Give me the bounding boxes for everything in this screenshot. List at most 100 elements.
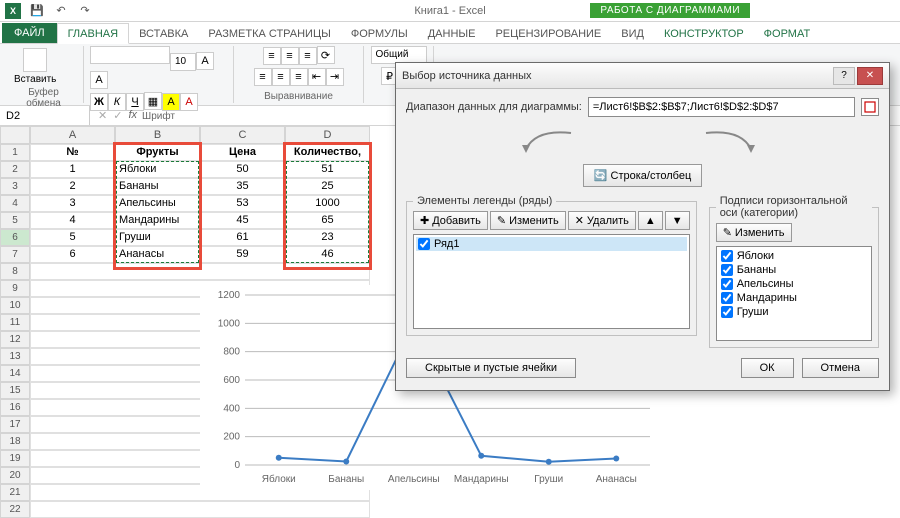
cell[interactable]: Груши xyxy=(115,229,200,246)
category-checkbox[interactable] xyxy=(721,278,733,290)
cell[interactable]: 59 xyxy=(200,246,285,263)
cell[interactable]: 6 xyxy=(30,246,115,263)
tab-review[interactable]: РЕЦЕНЗИРОВАНИЕ xyxy=(485,24,611,43)
row-header[interactable]: 9 xyxy=(0,280,30,297)
row-header[interactable]: 21 xyxy=(0,484,30,501)
col-header-d[interactable]: D xyxy=(285,126,370,144)
row-header[interactable]: 3 xyxy=(0,178,30,195)
align-top-icon[interactable]: ≡ xyxy=(263,47,281,65)
category-item[interactable]: Яблоки xyxy=(719,249,869,263)
row-header[interactable]: 22 xyxy=(0,501,30,518)
row-header[interactable]: 2 xyxy=(0,161,30,178)
accept-formula-icon[interactable]: ✓ xyxy=(113,109,122,122)
row-header[interactable]: 7 xyxy=(0,246,30,263)
move-down-button[interactable]: ▼ xyxy=(665,211,690,230)
cell[interactable]: 5 xyxy=(30,229,115,246)
fx-icon[interactable]: fx xyxy=(128,109,137,122)
row-header[interactable]: 1 xyxy=(0,144,30,161)
category-item[interactable]: Груши xyxy=(719,305,869,319)
fill-color-button[interactable]: A xyxy=(162,93,180,111)
categories-listbox[interactable]: ЯблокиБананыАпельсиныМандариныГруши xyxy=(716,246,872,341)
indent-dec-icon[interactable]: ⇤ xyxy=(308,68,326,86)
cell[interactable]: 53 xyxy=(200,195,285,212)
edit-axis-labels-button[interactable]: ✎ Изменить xyxy=(716,223,792,242)
underline-button[interactable]: Ч xyxy=(126,93,144,111)
tab-page-layout[interactable]: РАЗМЕТКА СТРАНИЦЫ xyxy=(198,24,340,43)
row-header[interactable]: 10 xyxy=(0,297,30,314)
cell[interactable]: 35 xyxy=(200,178,285,195)
remove-series-button[interactable]: ✕ Удалить xyxy=(568,211,636,230)
cell[interactable]: Мандарины xyxy=(115,212,200,229)
cell[interactable]: 51 xyxy=(285,161,370,178)
row-header[interactable]: 11 xyxy=(0,314,30,331)
category-checkbox[interactable] xyxy=(721,250,733,262)
move-up-button[interactable]: ▲ xyxy=(638,211,663,230)
chart-range-input[interactable] xyxy=(588,97,855,117)
cell[interactable]: 50 xyxy=(200,161,285,178)
category-checkbox[interactable] xyxy=(721,292,733,304)
tab-data[interactable]: ДАННЫЕ xyxy=(418,24,486,43)
add-series-button[interactable]: ✚ Добавить xyxy=(413,211,488,230)
hidden-cells-button[interactable]: Скрытые и пустые ячейки xyxy=(406,358,576,378)
table-header[interactable]: Цена xyxy=(200,144,285,161)
category-checkbox[interactable] xyxy=(721,306,733,318)
row-header[interactable]: 20 xyxy=(0,467,30,484)
cell[interactable]: 2 xyxy=(30,178,115,195)
cell[interactable]: 1000 xyxy=(285,195,370,212)
dialog-titlebar[interactable]: Выбор источника данных ? ✕ xyxy=(396,63,889,89)
row-header[interactable]: 5 xyxy=(0,212,30,229)
edit-series-button[interactable]: ✎ Изменить xyxy=(490,211,566,230)
tab-home[interactable]: ГЛАВНАЯ xyxy=(57,23,129,44)
category-checkbox[interactable] xyxy=(721,264,733,276)
row-header[interactable]: 19 xyxy=(0,450,30,467)
align-bottom-icon[interactable]: ≡ xyxy=(299,47,317,65)
cell[interactable]: 46 xyxy=(285,246,370,263)
orientation-icon[interactable]: ⟳ xyxy=(317,46,335,64)
name-box[interactable]: D2 xyxy=(0,106,90,125)
align-center-icon[interactable]: ≡ xyxy=(272,68,290,86)
row-header[interactable]: 8 xyxy=(0,263,30,280)
indent-inc-icon[interactable]: ⇥ xyxy=(326,68,344,86)
cell[interactable]: Ананасы xyxy=(115,246,200,263)
font-color-button[interactable]: A xyxy=(180,93,198,111)
dialog-help-button[interactable]: ? xyxy=(833,67,855,85)
align-right-icon[interactable]: ≡ xyxy=(290,68,308,86)
redo-icon[interactable]: ↷ xyxy=(77,3,93,19)
cell[interactable]: 65 xyxy=(285,212,370,229)
align-left-icon[interactable]: ≡ xyxy=(254,68,272,86)
tab-formulas[interactable]: ФОРМУЛЫ xyxy=(341,24,418,43)
cell[interactable]: 3 xyxy=(30,195,115,212)
bold-button[interactable]: Ж xyxy=(90,93,108,111)
switch-row-column-button[interactable]: 🔄 Строка/столбец xyxy=(583,164,703,187)
row-header[interactable]: 12 xyxy=(0,331,30,348)
font-size-select[interactable]: 10 xyxy=(170,53,196,71)
cell[interactable]: 1 xyxy=(30,161,115,178)
font-grow-icon[interactable]: A xyxy=(196,52,214,70)
tab-file[interactable]: ФАЙЛ xyxy=(2,23,57,43)
table-header[interactable]: № xyxy=(30,144,115,161)
cell[interactable]: 4 xyxy=(30,212,115,229)
col-header-c[interactable]: C xyxy=(200,126,285,144)
tab-insert[interactable]: ВСТАВКА xyxy=(129,24,198,43)
dialog-close-button[interactable]: ✕ xyxy=(857,67,883,85)
cell[interactable]: 61 xyxy=(200,229,285,246)
tab-chart-format[interactable]: ФОРМАТ xyxy=(754,24,821,43)
cell[interactable]: 23 xyxy=(285,229,370,246)
table-header[interactable]: Фрукты xyxy=(115,144,200,161)
tab-view[interactable]: ВИД xyxy=(611,24,654,43)
select-all-corner[interactable] xyxy=(0,126,30,144)
range-picker-icon[interactable] xyxy=(861,98,879,116)
ok-button[interactable]: ОК xyxy=(741,358,794,378)
series-listbox[interactable]: Ряд1 xyxy=(413,234,690,329)
font-name-select[interactable] xyxy=(90,46,170,64)
cell[interactable]: 25 xyxy=(285,178,370,195)
save-icon[interactable]: 💾 xyxy=(29,3,45,19)
row-header[interactable]: 16 xyxy=(0,399,30,416)
row-header[interactable]: 15 xyxy=(0,382,30,399)
cell[interactable]: Бананы xyxy=(115,178,200,195)
col-header-b[interactable]: B xyxy=(115,126,200,144)
row-header[interactable]: 4 xyxy=(0,195,30,212)
cancel-formula-icon[interactable]: ✕ xyxy=(98,109,107,122)
font-shrink-icon[interactable]: A xyxy=(90,71,108,89)
cell[interactable]: Яблоки xyxy=(115,161,200,178)
